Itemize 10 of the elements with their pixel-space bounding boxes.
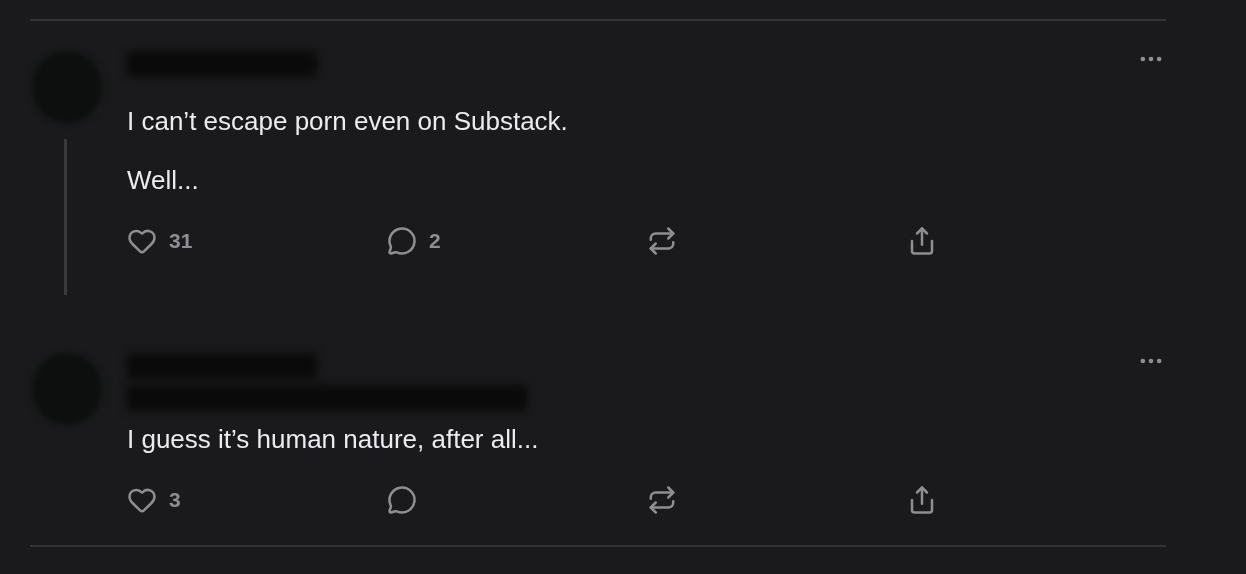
reply-button[interactable]: 2: [387, 225, 647, 257]
speech-bubble-icon: [387, 485, 417, 515]
repost-icon: [647, 226, 677, 256]
like-button[interactable]: 3: [127, 484, 387, 516]
comment-text: I can’t escape porn even on Substack.: [127, 105, 569, 138]
like-button[interactable]: 31: [127, 225, 387, 257]
speech-bubble-icon: [387, 226, 417, 256]
comment-text: Well...: [127, 164, 200, 197]
repost-icon: [647, 485, 677, 515]
comment-text: I guess it’s human nature, after all...: [127, 423, 540, 456]
